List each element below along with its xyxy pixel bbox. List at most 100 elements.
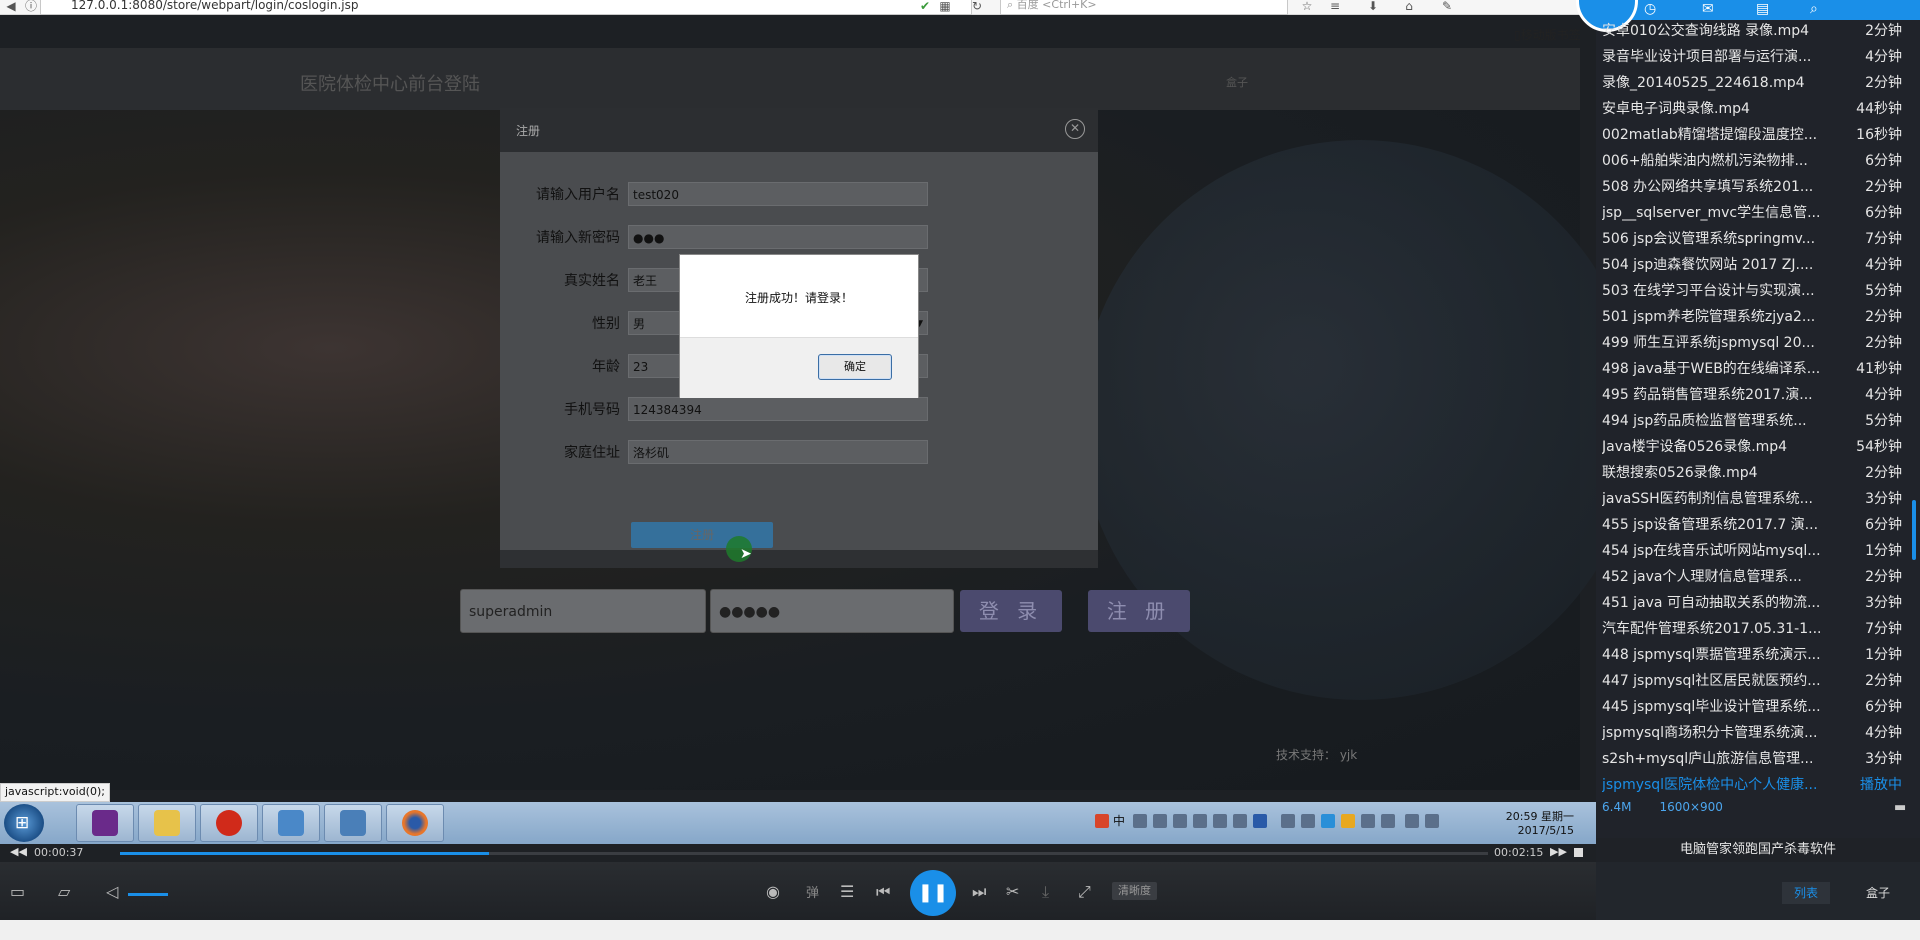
keyboard-icon[interactable] — [1173, 814, 1187, 828]
reload-icon[interactable]: ↻ — [970, 0, 984, 12]
history-icon[interactable]: ◷ — [1644, 1, 1656, 17]
taskbar-app-image-viewer[interactable] — [262, 804, 320, 842]
scissors-icon[interactable]: ✂ — [1006, 882, 1019, 901]
bookmark-star-icon[interactable]: ☆ — [1300, 0, 1314, 12]
speaker-icon[interactable] — [1361, 814, 1375, 828]
list-item[interactable]: 495 药品销售管理系统2017.演... 4分钟 — [1602, 382, 1902, 408]
usb-icon[interactable] — [1281, 814, 1295, 828]
playlist-toggle-icon[interactable]: ▭ — [10, 882, 25, 901]
list-item[interactable]: 508 办公网络共享填写系统201... 2分钟 — [1602, 174, 1902, 200]
next-icon[interactable]: ⏭ — [972, 882, 986, 902]
eye-icon[interactable]: ◉ — [766, 882, 780, 901]
step-forward-icon[interactable]: ▶▶ — [1550, 845, 1567, 858]
taskbar-app-explorer[interactable] — [138, 804, 196, 842]
phone-field[interactable]: 124384394 — [628, 397, 928, 421]
username-field[interactable]: test020 — [628, 182, 928, 206]
search-input[interactable]: ⌕ 百度 <Ctrl+K> — [1000, 0, 1288, 15]
register-button[interactable]: 注 册 — [1088, 590, 1190, 632]
download-icon[interactable]: ⬇ — [1366, 0, 1380, 12]
monitor-icon[interactable] — [1381, 814, 1395, 828]
list-item[interactable]: 451 java 可自动抽取关系的物流... 3分钟 — [1602, 590, 1902, 616]
register-submit-button[interactable]: 注册 — [631, 522, 773, 548]
download-video-icon[interactable]: ⤓ — [1042, 882, 1049, 902]
share-icon[interactable] — [1233, 814, 1247, 828]
alert-ok-button[interactable]: 确定 — [818, 354, 892, 380]
network-signal-icon[interactable] — [1425, 814, 1439, 828]
login-button[interactable]: 登 录 — [960, 590, 1062, 632]
list-item[interactable]: jspmysql医院体检中心个人健康... 播放中 — [1602, 772, 1902, 798]
moon-icon[interactable] — [1133, 814, 1147, 828]
calendar-icon[interactable]: ▤ — [1756, 1, 1769, 17]
password-field[interactable]: ●●● — [628, 225, 928, 249]
clock-time[interactable]: 20:59 星期一 — [1488, 808, 1574, 824]
pause-icon[interactable]: ❚❚ — [910, 870, 956, 916]
seek-bar[interactable] — [120, 852, 1488, 855]
open-folder-icon[interactable]: ▱ — [58, 882, 70, 901]
tab-list[interactable]: 列表 — [1782, 882, 1831, 904]
list-item[interactable]: javaSSH医药制剂信息管理系统... 3分钟 — [1602, 486, 1902, 512]
info-icon[interactable]: ⓘ — [24, 0, 38, 12]
user-icon[interactable] — [1193, 814, 1207, 828]
list-item[interactable]: 506 jsp会议管理系统springmv... 7分钟 — [1602, 226, 1902, 252]
addon-icon[interactable]: ✎ — [1440, 0, 1454, 12]
list-item[interactable]: 联想搜索0526录像.mp4 2分钟 — [1602, 460, 1902, 486]
previous-icon[interactable]: ⏮ — [876, 882, 890, 902]
list-item[interactable]: 汽车配件管理系统2017.05.31-1... 7分钟 — [1602, 616, 1902, 642]
quality-selector[interactable]: 清晰度 — [1112, 882, 1157, 900]
list-item[interactable]: s2sh+mysql庐山旅游信息管理... 3分钟 — [1602, 746, 1902, 772]
mail-icon[interactable]: ✉ — [1702, 1, 1714, 17]
address-bar[interactable]: 127.0.0.1:8080/store/webpart/login/coslo… — [40, 0, 972, 15]
tab-box[interactable]: 盒子 — [1854, 882, 1902, 904]
list-item[interactable]: jsp__sqlserver_mvc学生信息管... 6分钟 — [1602, 200, 1902, 226]
wrench-icon[interactable] — [1213, 814, 1227, 828]
qr-icon[interactable]: ▦ — [938, 0, 952, 12]
list-item[interactable]: 501 jspm养老院管理系统zjya2... 2分钟 — [1602, 304, 1902, 330]
help-icon[interactable] — [1253, 814, 1267, 828]
stop-icon[interactable] — [1574, 848, 1583, 857]
punctuation-icon[interactable] — [1153, 814, 1167, 828]
volume-slider[interactable] — [128, 893, 168, 896]
qq-icon[interactable] — [1341, 814, 1355, 828]
security-icon[interactable] — [1321, 814, 1335, 828]
mobile-bookmarks-link[interactable]: ▯移动版书签 — [1514, 26, 1581, 43]
playlist-scrollbar[interactable] — [1912, 500, 1916, 560]
search-icon[interactable]: ⌕ — [1810, 1, 1818, 17]
list-item[interactable]: 503 在线学习平台设计与实现演... 5分钟 — [1602, 278, 1902, 304]
list-item[interactable]: Java楼宇设备0526录像.mp4 54秒钟 — [1602, 434, 1902, 460]
taskbar-app-network[interactable] — [200, 804, 258, 842]
volume-icon[interactable]: ◁ — [106, 882, 118, 901]
ime-indicator[interactable]: 中 — [1113, 812, 1125, 829]
list-item[interactable]: 504 jsp迪森餐饮网站 2017 ZJ.... 4分钟 — [1602, 252, 1902, 278]
taskbar-app-firefox[interactable] — [386, 804, 444, 842]
start-button[interactable]: ⊞ — [4, 804, 44, 842]
list-item[interactable]: 002matlab精馏塔提馏段温度控... 16秒钟 — [1602, 122, 1902, 148]
reader-icon[interactable]: ≡ — [1328, 0, 1342, 12]
list-item[interactable]: 录音毕业设计项目部署与运行演... 4分钟 — [1602, 44, 1902, 70]
list-item[interactable]: 447 jspmysql社区居民就医预约... 2分钟 — [1602, 668, 1902, 694]
list-item[interactable]: 499 师生互评系统jspmysql 20... 2分钟 — [1602, 330, 1902, 356]
clock-date[interactable]: 2017/5/15 — [1488, 824, 1574, 837]
list-item[interactable]: 455 jsp设备管理系统2017.7 演... 6分钟 — [1602, 512, 1902, 538]
list-item[interactable]: jspmysql商场积分卡管理系统演... 4分钟 — [1602, 720, 1902, 746]
taskbar-app-java-ee[interactable] — [76, 804, 134, 842]
back-icon[interactable]: ◀ — [4, 0, 18, 12]
equalizer-icon[interactable]: ☰ — [840, 882, 854, 901]
danmaku-button[interactable]: 弹 — [806, 882, 819, 901]
login-password-input[interactable]: ●●●●● — [710, 589, 954, 633]
address-field[interactable]: 洛杉矶 — [628, 440, 928, 464]
login-username-input[interactable]: superadmin — [460, 589, 706, 633]
close-icon[interactable]: ✕ — [1065, 119, 1085, 139]
list-item[interactable]: 录像_20140525_224618.mp4 2分钟 — [1602, 70, 1902, 96]
ad-banner[interactable]: 电脑管家领跑国产杀毒软件 — [1596, 838, 1920, 862]
header-box-link[interactable]: 盒子 — [1226, 74, 1248, 90]
clipboard-icon[interactable] — [1301, 814, 1315, 828]
home-icon[interactable]: ⌂ — [1402, 0, 1416, 12]
list-item[interactable]: 安卓010公交查询线路 录像.mp4 2分钟 — [1602, 18, 1902, 44]
sogou-icon[interactable] — [1095, 814, 1109, 828]
list-item[interactable]: 494 jsp药品质检监督管理系统... 5分钟 — [1602, 408, 1902, 434]
list-item[interactable]: 445 jspmysql毕业设计管理系统... 6分钟 — [1602, 694, 1902, 720]
shield-icon[interactable]: ✔ — [918, 0, 932, 12]
list-item[interactable]: 452 java个人理财信息管理系... 2分钟 — [1602, 564, 1902, 590]
open-folder-icon[interactable]: ▬ — [1894, 800, 1906, 815]
list-item[interactable]: 454 jsp在线音乐试听网站mysql... 1分钟 — [1602, 538, 1902, 564]
